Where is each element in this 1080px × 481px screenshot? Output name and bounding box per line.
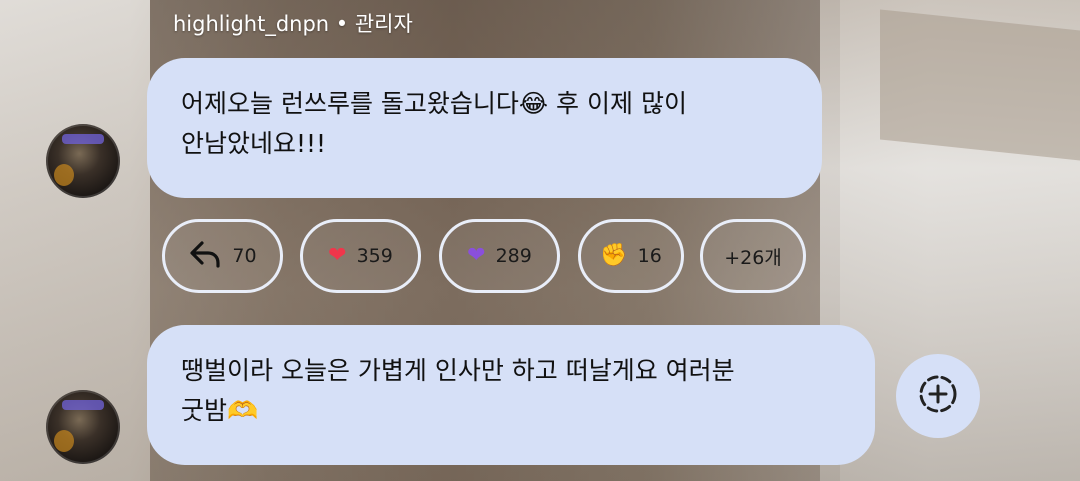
reaction-count: 289: [495, 245, 532, 267]
red-heart-icon: ❤: [328, 243, 347, 268]
message-text-line: 땡벌이라 오늘은 가볍게 인사만 하고 떠날게요 여러분: [181, 356, 735, 385]
more-reactions-label: +26개: [724, 246, 782, 269]
message-bubble[interactable]: 어제오늘 런쓰루를 돌고왔습니다😂 후 이제 많이 안남았네요!!!: [147, 58, 822, 198]
fist-reaction-chip[interactable]: ✊ 16: [578, 219, 684, 293]
message-text-line: 안남았네요!!!: [181, 129, 327, 158]
message-text-line: 굿밤🫶: [181, 396, 259, 425]
red-heart-reaction-chip[interactable]: ❤ 359: [300, 219, 421, 293]
reaction-count: 16: [637, 245, 662, 267]
avatar[interactable]: [46, 390, 120, 464]
reaction-count: 359: [356, 245, 393, 267]
reply-reaction-chip[interactable]: 70: [162, 219, 283, 293]
reply-icon: [188, 239, 222, 274]
reaction-count: 70: [232, 245, 257, 267]
more-reactions-chip[interactable]: +26개: [700, 219, 806, 293]
add-reaction-icon: [916, 372, 960, 420]
purple-heart-icon: ❤: [467, 243, 486, 268]
add-reaction-button[interactable]: [896, 354, 980, 438]
message-text-line: 어제오늘 런쓰루를 돌고왔습니다😂 후 이제 많이: [181, 89, 687, 118]
message-author: highlight_dnpn • 관리자: [173, 12, 413, 36]
background-band: [880, 9, 1080, 161]
purple-heart-reaction-chip[interactable]: ❤ 289: [439, 219, 560, 293]
avatar[interactable]: [46, 124, 120, 198]
message-bubble[interactable]: 땡벌이라 오늘은 가볍게 인사만 하고 떠날게요 여러분 굿밤🫶: [147, 325, 875, 465]
fist-icon: ✊: [600, 243, 628, 268]
